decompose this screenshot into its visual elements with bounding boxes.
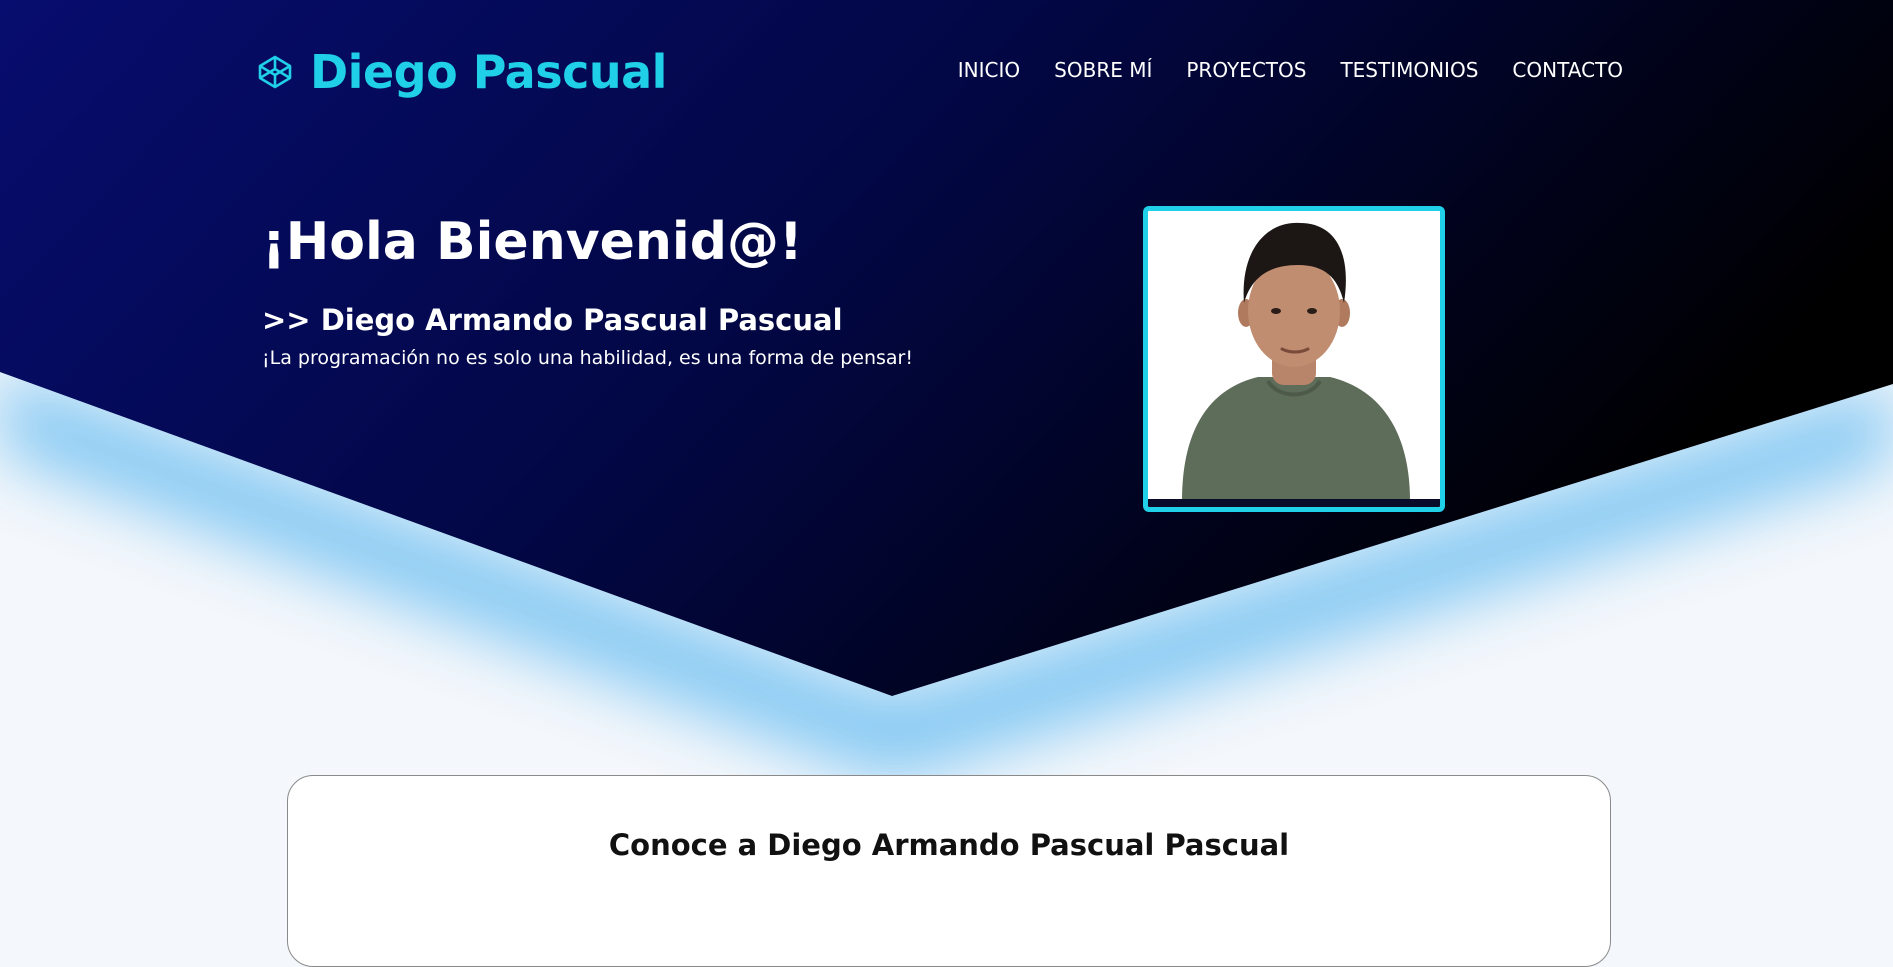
- nav-link-sobre-mi[interactable]: SOBRE MÍ: [1054, 58, 1152, 82]
- about-card: Conoce a Diego Armando Pascual Pascual: [287, 775, 1611, 967]
- about-title: Conoce a Diego Armando Pascual Pascual: [608, 828, 1290, 862]
- profile-photo: [1143, 206, 1445, 512]
- profile-portrait-illustration: [1148, 211, 1440, 507]
- nav-link-inicio[interactable]: INICIO: [958, 58, 1020, 82]
- hero-title: ¡Hola Bienvenid@!: [262, 212, 803, 272]
- main-navigation: INICIO SOBRE MÍ PROYECTOS TESTIMONIOS CO…: [958, 58, 1623, 82]
- nav-link-contacto[interactable]: CONTACTO: [1512, 58, 1623, 82]
- nav-link-testimonios[interactable]: TESTIMONIOS: [1340, 58, 1478, 82]
- hero-tagline: ¡La programación no es solo una habilida…: [262, 347, 913, 369]
- brand-name: Diego Pascual: [310, 45, 667, 99]
- nav-link-proyectos[interactable]: PROYECTOS: [1186, 58, 1306, 82]
- codepen-cube-icon: [258, 55, 292, 89]
- hero-subtitle: >> Diego Armando Pascual Pascual: [262, 303, 843, 337]
- brand-logo[interactable]: Diego Pascual: [258, 44, 667, 100]
